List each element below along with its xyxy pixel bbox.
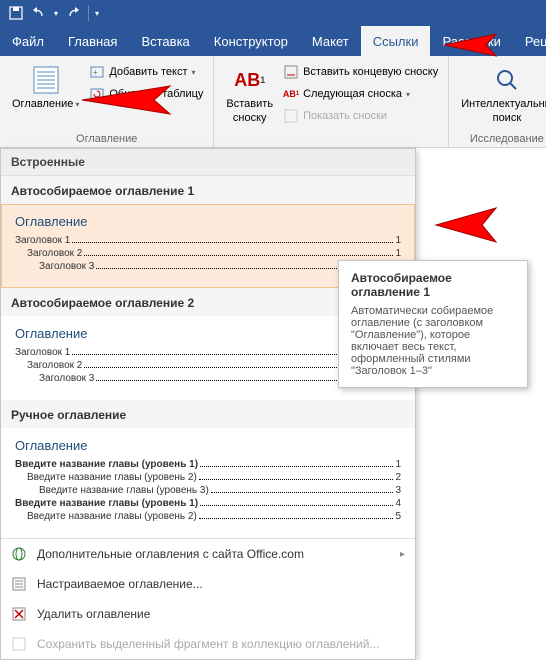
footnotes-group-label <box>220 133 442 145</box>
smart-lookup-button[interactable]: Интеллектуальныпоиск <box>455 60 546 128</box>
manual-toc-item[interactable]: Оглавление Введите название главы (урове… <box>1 428 415 538</box>
toc-gallery-dropdown: Встроенные Автособираемое оглавление 1 О… <box>0 148 416 660</box>
custom-toc-button[interactable]: Настраиваемое оглавление... <box>1 569 415 599</box>
redo-icon[interactable] <box>62 3 82 23</box>
save-selection-button: Сохранить выделенный фрагмент в коллекци… <box>1 629 415 659</box>
toc-preview-line: Введите название главы (уровень 3)3 <box>15 485 401 496</box>
remove-toc-button[interactable]: Удалить оглавление <box>1 599 415 629</box>
endnote-icon <box>283 64 299 80</box>
search-icon <box>491 64 523 96</box>
research-group-label: Исследование <box>455 133 546 145</box>
toc-label: Оглавление <box>12 98 73 110</box>
add-text-button[interactable]: + Добавить текст ▾ <box>85 62 207 82</box>
tab-review[interactable]: Рец <box>513 26 546 56</box>
quick-access-toolbar: ▾ ▾ <box>0 0 546 26</box>
tooltip-body: Автоматически собираемое оглавление (с з… <box>351 305 515 377</box>
annotation-arrow <box>424 200 504 250</box>
manual-section-label: Ручное оглавление <box>1 400 415 428</box>
svg-text:+: + <box>93 68 98 77</box>
show-footnotes-icon <box>283 108 299 124</box>
chevron-down-icon: ▾ <box>406 90 410 99</box>
tab-references[interactable]: Ссылки <box>361 26 431 56</box>
toc-preview-line: Введите название главы (уровень 1)1 <box>15 459 401 470</box>
toc-preview-title: Оглавление <box>15 438 401 453</box>
chevron-down-icon: ▾ <box>192 68 196 77</box>
auto1-section-label: Автособираемое оглавление 1 <box>1 176 415 204</box>
tab-home[interactable]: Главная <box>56 26 129 56</box>
toc-group-label: Оглавление <box>6 133 207 145</box>
toc-preview-line: Введите название главы (уровень 2)2 <box>15 472 401 483</box>
add-text-label: Добавить текст <box>109 66 187 78</box>
tab-design[interactable]: Конструктор <box>202 26 300 56</box>
tab-insert[interactable]: Вставка <box>129 26 201 56</box>
tooltip: Автособираемое оглавление 1 Автоматическ… <box>338 260 528 388</box>
more-from-office-button[interactable]: Дополнительные оглавления с сайта Office… <box>1 539 415 569</box>
save-selection-icon <box>11 636 27 652</box>
gallery-builtin-header: Встроенные <box>1 149 415 176</box>
tab-layout[interactable]: Макет <box>300 26 361 56</box>
save-icon[interactable] <box>6 3 26 23</box>
annotation-arrow <box>434 30 504 60</box>
ribbon-group-footnotes: AB1 Вставитьсноску Вставить концевую сно… <box>214 56 449 147</box>
remove-icon <box>11 606 27 622</box>
tooltip-title: Автособираемое оглавление 1 <box>351 271 515 299</box>
toc-preview-line: Заголовок 11 <box>15 235 401 246</box>
custom-toc-icon <box>11 576 27 592</box>
show-footnotes-button: Показать сноски <box>279 106 442 126</box>
next-footnote-icon: AB1 <box>283 86 299 102</box>
toc-icon <box>30 64 62 96</box>
undo-icon[interactable] <box>30 3 50 23</box>
annotation-arrow <box>70 80 180 120</box>
tab-file[interactable]: Файл <box>0 26 56 56</box>
gallery-footer: Дополнительные оглавления с сайта Office… <box>1 538 415 659</box>
toc-preview-line: Введите название главы (уровень 2)5 <box>15 511 401 522</box>
qat-customize-icon[interactable]: ▾ <box>95 9 99 18</box>
insert-footnote-button[interactable]: AB1 Вставитьсноску <box>220 60 279 128</box>
insert-endnote-button[interactable]: Вставить концевую сноску <box>279 62 442 82</box>
footnote-icon: AB1 <box>234 64 266 96</box>
toc-preview-line: Введите название главы (уровень 1)4 <box>15 498 401 509</box>
chevron-right-icon: ▸ <box>400 549 405 560</box>
add-text-icon: + <box>89 64 105 80</box>
undo-dropdown-icon[interactable]: ▾ <box>54 9 58 18</box>
globe-icon <box>11 546 27 562</box>
ribbon-group-research: Интеллектуальныпоиск Исследование <box>449 56 546 147</box>
next-footnote-button[interactable]: AB1 Следующая сноска ▾ <box>279 84 442 104</box>
toc-preview-line: Заголовок 21 <box>15 248 401 259</box>
toc-preview-title: Оглавление <box>15 214 401 229</box>
